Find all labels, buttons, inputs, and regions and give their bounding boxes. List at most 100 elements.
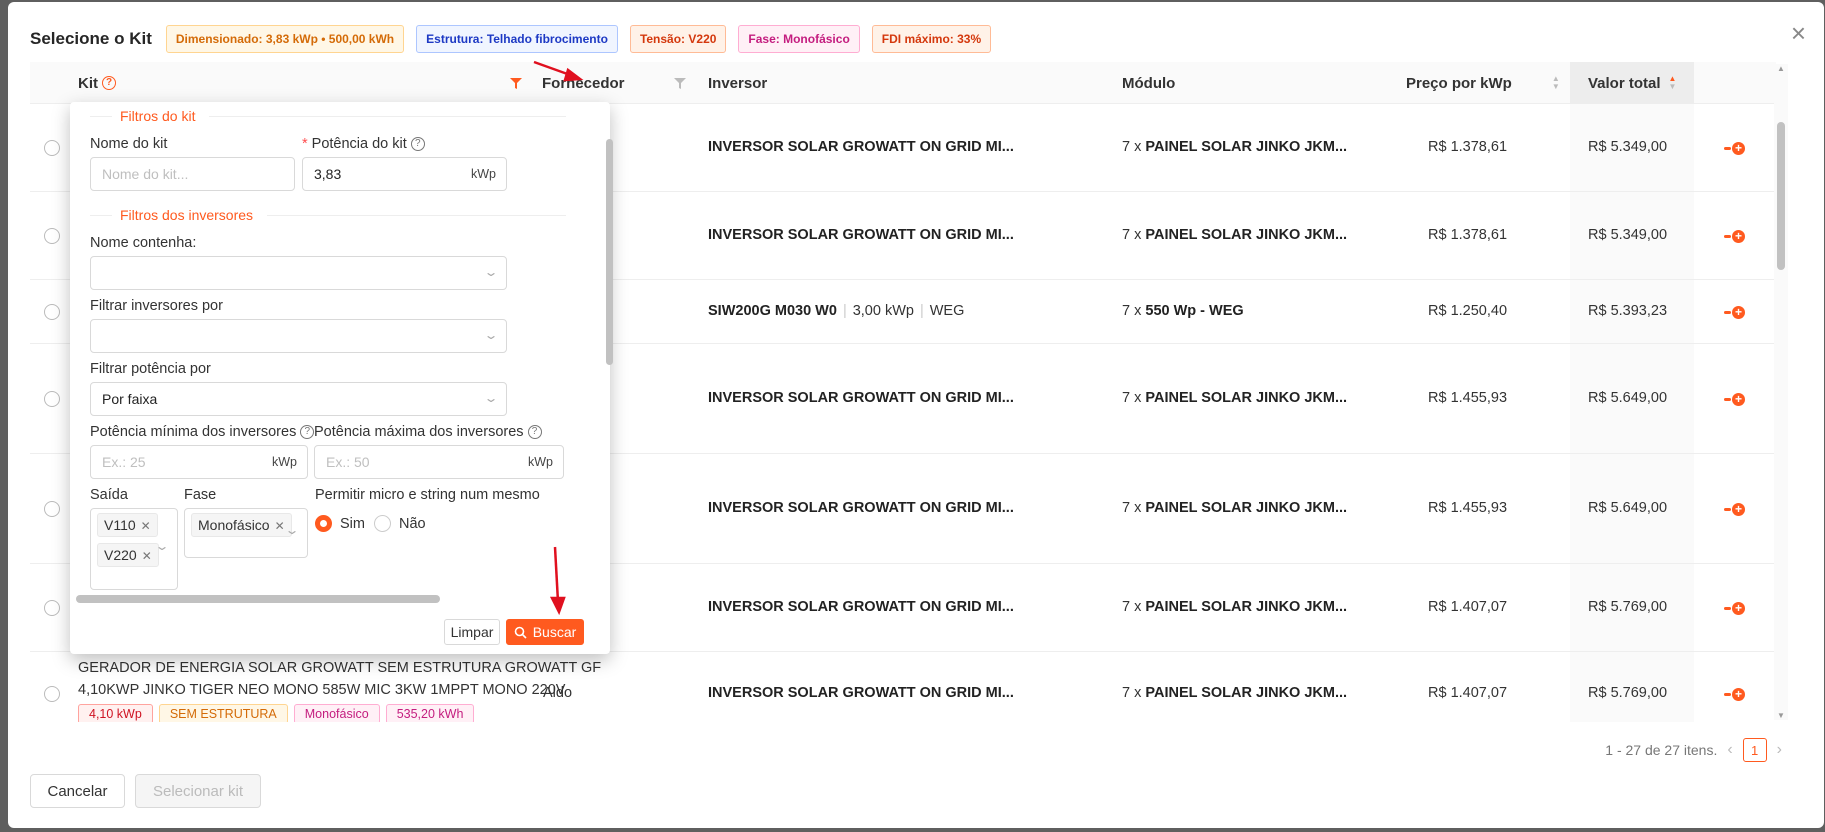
popup-horizontal-scrollbar[interactable]: [76, 595, 440, 603]
tag-dimensionado: Dimensionado: 3,83 kWp • 500,00 kWh: [165, 25, 405, 53]
radio-sim[interactable]: Sim: [315, 515, 365, 532]
column-fornecedor[interactable]: Fornecedor: [542, 62, 625, 104]
chevron-right-icon[interactable]: ›: [1777, 741, 1782, 759]
kit-filter-icon[interactable]: [510, 62, 522, 104]
pot-max-label-text: Potência máxima dos inversores: [314, 424, 524, 440]
pot-min-input[interactable]: Ex.: 25 kWp: [90, 445, 308, 479]
modulo-name: 550 Wp - WEG: [1145, 303, 1244, 319]
close-icon[interactable]: ✕: [275, 519, 285, 533]
limpar-button[interactable]: Limpar: [444, 619, 500, 645]
preco-kwp-cell: R$ 1.407,07: [1428, 599, 1508, 615]
inversor-cell: INVERSOR SOLAR GROWATT ON GRID MI...: [708, 390, 1014, 406]
tag-fdi: FDI máximo: 33%: [871, 25, 992, 53]
modulo-name: PAINEL SOLAR JINKO JKM...: [1145, 390, 1348, 406]
section-filtros-kit: Filtros do kit: [90, 106, 566, 126]
close-icon[interactable]: ✕: [142, 549, 152, 563]
modulo-cell: 7 x PAINEL SOLAR JINKO JKM...: [1122, 599, 1347, 615]
row-radio[interactable]: [44, 304, 60, 320]
section-filtros-inversores-label: Filtros dos inversores: [120, 207, 254, 223]
kit-tag: 535,20 kWh: [385, 704, 475, 722]
sort-icon[interactable]: ▲ ▼: [1552, 75, 1560, 91]
chevron-left-icon[interactable]: ‹: [1727, 741, 1732, 759]
radio-nao-label: Não: [399, 515, 426, 532]
potencia-kit-label: * Potência do kit?: [302, 136, 425, 152]
inversor-cell: INVERSOR SOLAR GROWATT ON GRID MI...: [708, 139, 1014, 155]
inversor-cell: SIW200G M030 W0 | 3,00 kWp | WEG: [708, 303, 965, 319]
add-kit-button[interactable]: +: [1724, 305, 1746, 319]
filtrar-potencia-label: Filtrar potência por: [90, 361, 211, 377]
row-radio[interactable]: [44, 228, 60, 244]
modulo-cell: 7 x PAINEL SOLAR JINKO JKM...: [1122, 685, 1347, 701]
close-icon[interactable]: ×: [1791, 20, 1806, 46]
fornecedor-filter-icon[interactable]: [674, 62, 686, 104]
scroll-thumb[interactable]: [1777, 122, 1785, 270]
add-kit-button[interactable]: +: [1724, 502, 1746, 516]
row-radio[interactable]: [44, 600, 60, 616]
radio-sim-icon: [315, 515, 332, 532]
row-radio[interactable]: [44, 501, 60, 517]
table-row[interactable]: GERADOR DE ENERGIA SOLAR GROWATT SEM EST…: [30, 652, 1776, 722]
modulo-qty: 7 x: [1122, 139, 1142, 155]
sort-asc-icon[interactable]: ▲ ▼: [1669, 75, 1677, 91]
filtrar-inversores-select[interactable]: ⌄: [90, 319, 507, 353]
kit-tag: 4,10 kWp: [78, 704, 153, 722]
valor-total-cell: R$ 5.649,00: [1588, 390, 1668, 406]
inversor-cell: INVERSOR SOLAR GROWATT ON GRID MI...: [708, 227, 1014, 243]
select-kit-button[interactable]: Selecionar kit: [135, 774, 261, 808]
nome-kit-input[interactable]: Nome do kit...: [90, 157, 295, 191]
column-preco-kwp[interactable]: Preço por kWp ▲ ▼: [1406, 62, 1560, 104]
potencia-kit-input[interactable]: 3,83 kWp: [302, 157, 507, 191]
saida-select[interactable]: V110 ✕ V220 ✕ ⌄: [90, 508, 178, 590]
preco-kwp-cell: R$ 1.378,61: [1428, 139, 1508, 155]
row-radio[interactable]: [44, 140, 60, 156]
table-vertical-scrollbar[interactable]: ▲ ▼: [1774, 64, 1788, 720]
kit-tag: SEM ESTRUTURA: [158, 704, 288, 722]
add-kit-button[interactable]: +: [1724, 687, 1746, 701]
add-kit-button[interactable]: +: [1724, 229, 1746, 243]
modulo-qty: 7 x: [1122, 599, 1142, 615]
pagination-summary: 1 - 27 de 27 itens.: [1605, 742, 1718, 758]
pot-max-input[interactable]: Ex.: 50 kWp: [314, 445, 564, 479]
filtrar-potencia-select[interactable]: Por faixa ⌄: [90, 382, 507, 416]
valor-total-cell: R$ 5.769,00: [1588, 685, 1668, 701]
radio-nao[interactable]: Não: [374, 515, 426, 532]
pot-min-placeholder: Ex.: 25: [102, 454, 146, 470]
modulo-qty: 7 x: [1122, 500, 1142, 516]
column-valor-total[interactable]: Valor total ▲ ▼: [1570, 62, 1694, 104]
kit-name-line2: 4,10KWP JINKO TIGER NEO MONO 585W MIC 3K…: [78, 682, 566, 698]
buscar-label: Buscar: [532, 624, 577, 640]
modulo-qty: 7 x: [1122, 685, 1142, 701]
modulo-qty: 7 x: [1122, 227, 1142, 243]
add-kit-button[interactable]: +: [1724, 392, 1746, 406]
add-kit-button[interactable]: +: [1724, 601, 1746, 615]
close-icon[interactable]: ✕: [141, 519, 151, 533]
kit-tags: 4,10 kWp SEM ESTRUTURA Monofásico 535,20 kW…: [78, 704, 480, 722]
scroll-up-icon[interactable]: ▲: [1777, 64, 1785, 73]
row-radio[interactable]: [44, 686, 60, 702]
modulo-name: PAINEL SOLAR JINKO JKM...: [1145, 227, 1348, 243]
chevron-down-icon: ⌄: [154, 539, 170, 553]
kit-filter-popup: Filtros do kit Nome do kit Nome do kit..…: [70, 102, 610, 654]
scroll-down-icon[interactable]: ▼: [1777, 711, 1785, 720]
fornecedor-cell: Aldo: [543, 685, 573, 701]
cancel-button[interactable]: Cancelar: [30, 774, 125, 808]
chip-v110: V110 ✕: [97, 513, 158, 537]
search-icon: [514, 626, 527, 639]
nome-contenha-select[interactable]: ⌄: [90, 256, 507, 290]
fase-select[interactable]: Monofásico ✕ ⌄: [184, 508, 308, 558]
popup-vertical-scrollbar[interactable]: [606, 139, 613, 365]
inversor-cell: INVERSOR SOLAR GROWATT ON GRID MI...: [708, 599, 1014, 615]
chip-monofasico-label: Monofásico: [198, 517, 270, 533]
page-1-button[interactable]: 1: [1742, 738, 1767, 762]
valor-total-cell: R$ 5.349,00: [1588, 139, 1668, 155]
inversor-name: SIW200G M030 W0: [708, 303, 837, 319]
buscar-button[interactable]: Buscar: [506, 619, 584, 645]
valor-total-cell: R$ 5.769,00: [1588, 599, 1668, 615]
row-radio[interactable]: [44, 391, 60, 407]
plus-icon: +: [1732, 687, 1745, 701]
add-kit-button[interactable]: +: [1724, 141, 1746, 155]
pot-max-label: Potência máxima dos inversores?: [314, 424, 542, 440]
valor-total-cell: R$ 5.649,00: [1588, 500, 1668, 516]
column-preco-kwp-label: Preço por kWp: [1406, 74, 1512, 92]
potencia-kit-label-text: Potência do kit: [311, 136, 407, 152]
